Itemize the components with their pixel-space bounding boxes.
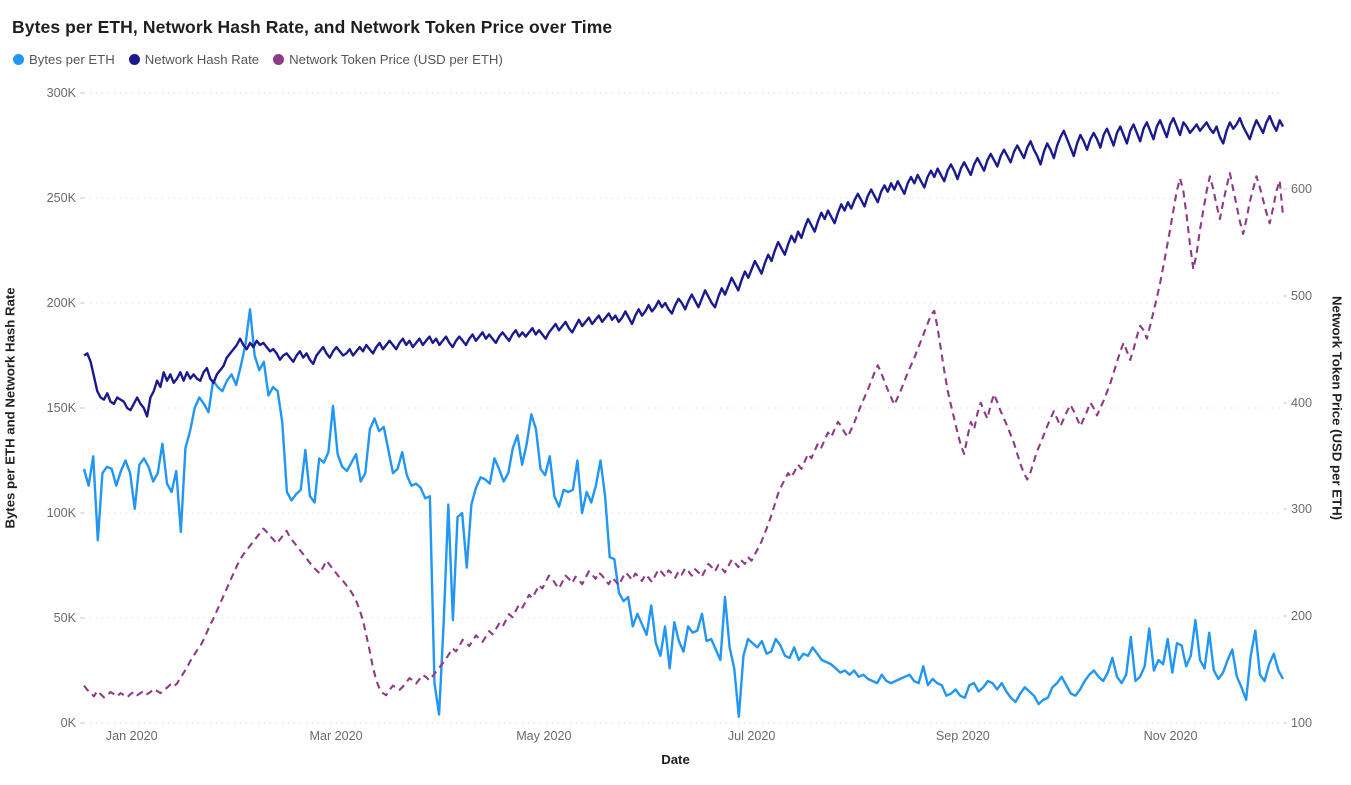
legend-item-network-hash-rate[interactable]: Network Hash Rate (128, 52, 260, 67)
y-axis-right-tick-label: 600 (1291, 182, 1313, 197)
y-axis-left-tick-label: 50K (53, 611, 76, 625)
chart-legend: Bytes per ETH Network Hash Rate Network … (13, 52, 503, 67)
legend-swatch-icon (128, 54, 140, 65)
legend-item-network-token-price[interactable]: Network Token Price (USD per ETH) (273, 52, 503, 67)
y-axis-left-tick-label: 150K (46, 401, 76, 415)
gridlines (84, 92, 1283, 724)
y-axis-right-tick-label: 100 (1291, 716, 1313, 730)
y-axis-left-tick-label: 300K (46, 86, 76, 100)
chart-title: Bytes per ETH, Network Hash Rate, and Ne… (12, 17, 613, 37)
series-line-bytes-per-eth (82, 308, 1285, 718)
series-line-network-token-price-usd-per-eth (83, 172, 1285, 699)
x-axis-tick-label: May 2020 (516, 729, 572, 743)
y-axis-right-tick-label: 400 (1291, 395, 1313, 410)
series-layer (82, 114, 1285, 718)
y-axis-right-tick-mark (1283, 188, 1287, 190)
x-axis-tick-label: Nov 2020 (1143, 729, 1198, 743)
x-axis-title: Date (661, 752, 690, 767)
plot-area (82, 92, 1285, 724)
y-axis-right-tick-mark (1283, 402, 1287, 404)
y-axis-left-title: Bytes per ETH and Network Hash Rate (2, 287, 18, 529)
y-axis-right-tick-mark (1283, 615, 1287, 617)
y-axis-right-tick-label: 300 (1291, 502, 1313, 517)
y-axis-left-tick-label: 250K (46, 191, 76, 205)
y-axis-left-tick-label: 100K (46, 506, 76, 520)
y-axis-right-tick-label: 200 (1291, 609, 1313, 624)
y-axis-right-title: Network Token Price (USD per ETH) (1329, 296, 1345, 520)
y-axis-right-tick-mark (1283, 722, 1287, 724)
legend-swatch-icon (273, 54, 285, 65)
legend-label: Network Hash Rate (144, 52, 260, 67)
legend-label: Network Token Price (USD per ETH) (289, 52, 503, 67)
x-axis-tick-label: Mar 2020 (309, 729, 363, 743)
y-axis-right-tick-label: 500 (1291, 288, 1313, 303)
y-axis-right-tick-mark (1283, 508, 1287, 510)
x-axis-tick-label: Jul 2020 (727, 729, 776, 743)
series-line-network-hash-rate (83, 114, 1285, 418)
y-axis-right-tick-mark (1283, 295, 1287, 297)
y-axis-left-tick-label: 0K (60, 716, 76, 730)
x-axis-tick-label: Jan 2020 (105, 729, 158, 743)
x-axis-tick-label: Sep 2020 (935, 729, 990, 743)
plot-svg (82, 92, 1285, 724)
y-axis-left-tick-label: 200K (46, 296, 76, 310)
chart-figure: Bytes per ETH, Network Hash Rate, and Ne… (0, 0, 1351, 785)
